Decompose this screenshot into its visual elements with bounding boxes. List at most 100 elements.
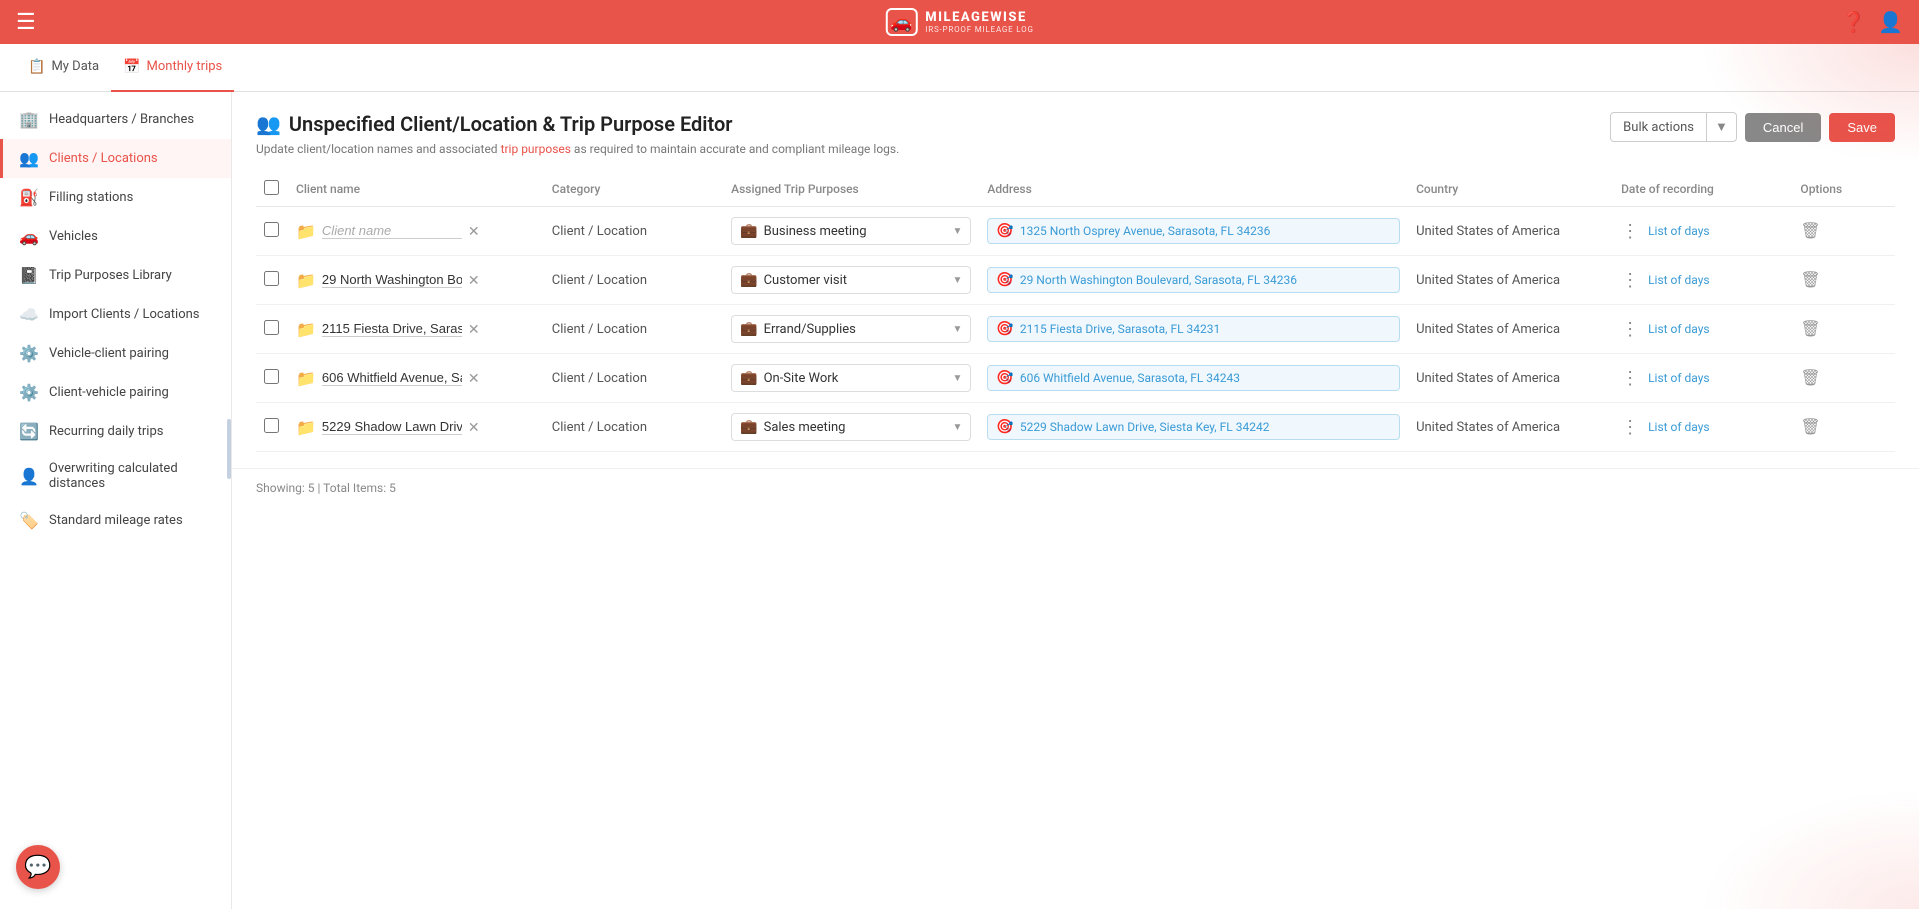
chat-icon: 💬 [24, 855, 51, 880]
address-link-1[interactable]: 🎯 29 North Washington Boulevard, Sarasot… [987, 267, 1400, 293]
user-profile-button[interactable]: 👤 [1878, 10, 1903, 35]
list-of-days-link-1[interactable]: List of days [1648, 273, 1710, 287]
bulk-actions-button[interactable]: Bulk actions ▼ [1610, 112, 1737, 142]
trip-purpose-select-3[interactable]: 💼 On-Site Work ▼ [731, 364, 971, 392]
select-all-checkbox[interactable] [264, 180, 279, 195]
client-name-wrap-2: 📁 ✕ [296, 320, 536, 339]
tp-arrow-icon-0: ▼ [952, 226, 962, 237]
app-name: MILEAGEWISE [925, 10, 1033, 25]
address-link-2[interactable]: 🎯 2115 Fiesta Drive, Sarasota, FL 34231 [987, 316, 1400, 342]
list-of-days-link-4[interactable]: List of days [1648, 420, 1710, 434]
options-dots-0[interactable]: ⋮ [1621, 221, 1640, 242]
trip-purpose-select-2[interactable]: 💼 Errand/Supplies ▼ [731, 315, 971, 343]
list-of-days-link-2[interactable]: List of days [1648, 322, 1710, 336]
sidebar-item-recurring[interactable]: 🔄 Recurring daily trips [0, 412, 231, 451]
sidebar-item-overwriting[interactable]: 👤 Overwriting calculated distances [0, 451, 231, 501]
row-checkbox-2[interactable] [264, 320, 279, 335]
tp-label-4: Sales meeting [764, 420, 947, 435]
sidebar-item-vehicle-client[interactable]: ⚙️ Vehicle-client pairing [0, 334, 231, 373]
clients-table: Client name Category Assigned Trip Purpo… [256, 172, 1895, 452]
tab-my-data[interactable]: 📋 My Data [16, 44, 111, 92]
date-options-wrap-4: ⋮ List of days [1621, 417, 1784, 438]
top-nav-right: ❓ 👤 [1841, 10, 1903, 35]
tp-label-2: Errand/Supplies [764, 322, 947, 337]
row-checkbox-3[interactable] [264, 369, 279, 384]
trip-purpose-select-0[interactable]: 💼 Business meeting ▼ [731, 217, 971, 245]
monthly-trips-icon: 📅 [123, 59, 140, 75]
cancel-button[interactable]: Cancel [1745, 113, 1821, 142]
sidebar-item-filling-stations[interactable]: ⛽ Filling stations [0, 178, 231, 217]
trip-purpose-select-4[interactable]: 💼 Sales meeting ▼ [731, 413, 971, 441]
delete-button-3[interactable]: 🗑 [1800, 368, 1820, 388]
logo-box: 🚗 [885, 8, 917, 36]
options-dots-4[interactable]: ⋮ [1621, 417, 1640, 438]
clear-input-btn-0[interactable]: ✕ [468, 223, 480, 240]
delete-button-4[interactable]: 🗑 [1800, 417, 1820, 437]
recurring-icon: 🔄 [19, 422, 39, 441]
client-name-input-1[interactable] [322, 272, 462, 288]
sidebar-label-vc: Vehicle-client pairing [49, 346, 169, 361]
sidebar-label-rates: Standard mileage rates [49, 513, 183, 528]
tp-label-1: Customer visit [764, 273, 947, 288]
header-actions: Bulk actions ▼ Cancel Save [1610, 112, 1895, 142]
tp-label-0: Business meeting [764, 224, 947, 239]
trip-purpose-select-1[interactable]: 💼 Customer visit ▼ [731, 266, 971, 294]
address-link-0[interactable]: 🎯 1325 North Osprey Avenue, Sarasota, FL… [987, 218, 1400, 244]
trip-purposes-link[interactable]: trip purposes [501, 142, 571, 156]
sidebar-item-trip-purposes[interactable]: 📓 Trip Purposes Library [0, 256, 231, 295]
options-dots-2[interactable]: ⋮ [1621, 319, 1640, 340]
address-link-4[interactable]: 🎯 5229 Shadow Lawn Drive, Siesta Key, FL… [987, 414, 1400, 440]
sidebar-item-client-vehicle[interactable]: ⚙️ Client-vehicle pairing [0, 373, 231, 412]
clear-input-btn-2[interactable]: ✕ [468, 321, 480, 338]
sidebar-item-mileage-rates[interactable]: 🏷️ Standard mileage rates [0, 501, 231, 540]
sidebar-label-recurring: Recurring daily trips [49, 424, 163, 439]
clear-input-btn-3[interactable]: ✕ [468, 370, 480, 387]
hamburger-button[interactable]: ☰ [16, 9, 36, 35]
delete-button-2[interactable]: 🗑 [1800, 319, 1820, 339]
hq-icon: 🏢 [19, 110, 39, 129]
save-button[interactable]: Save [1829, 113, 1895, 142]
client-name-input-3[interactable] [322, 370, 462, 386]
logo-car-icon: 🚗 [890, 12, 912, 33]
row-checkbox-4[interactable] [264, 418, 279, 433]
client-name-input-2[interactable] [322, 321, 462, 337]
addr-icon-4: 🎯 [996, 419, 1013, 435]
row-checkbox-1[interactable] [264, 271, 279, 286]
clients-icon: 👥 [19, 149, 39, 168]
table-row: 📁 ✕ Client / Location 💼 Errand/Supplies … [256, 305, 1895, 354]
addr-icon-0: 🎯 [996, 223, 1013, 239]
list-of-days-link-3[interactable]: List of days [1648, 371, 1710, 385]
chat-button[interactable]: 💬 [16, 845, 60, 889]
tab-monthly-trips[interactable]: 📅 Monthly trips [111, 44, 234, 92]
row-checkbox-0[interactable] [264, 222, 279, 237]
options-dots-1[interactable]: ⋮ [1621, 270, 1640, 291]
tp-label-3: On-Site Work [764, 371, 947, 386]
options-dots-3[interactable]: ⋮ [1621, 368, 1640, 389]
sidebar-label-hq: Headquarters / Branches [49, 112, 194, 127]
table-container: Client name Category Assigned Trip Purpo… [232, 156, 1919, 468]
client-name-input-4[interactable] [322, 419, 462, 435]
list-of-days-link-0[interactable]: List of days [1648, 224, 1710, 238]
addr-icon-3: 🎯 [996, 370, 1013, 386]
delete-button-0[interactable]: 🗑 [1800, 221, 1820, 241]
address-link-3[interactable]: 🎯 606 Whitfield Avenue, Sarasota, FL 342… [987, 365, 1400, 391]
tab-monthly-trips-label: Monthly trips [147, 59, 223, 74]
tp-icon-2: 💼 [740, 321, 757, 337]
client-name-input-0[interactable] [322, 223, 462, 239]
folder-icon-3: 📁 [296, 369, 316, 388]
folder-icon-2: 📁 [296, 320, 316, 339]
delete-button-1[interactable]: 🗑 [1800, 270, 1820, 290]
date-options-wrap-0: ⋮ List of days [1621, 221, 1784, 242]
clear-input-btn-4[interactable]: ✕ [468, 419, 480, 436]
sidebar-label-vehicles: Vehicles [49, 229, 98, 244]
help-button[interactable]: ❓ [1841, 10, 1866, 35]
clear-input-btn-1[interactable]: ✕ [468, 272, 480, 289]
tp-icon-0: 💼 [740, 223, 757, 239]
sidebar-item-clients-locations[interactable]: 👥 Clients / Locations [0, 139, 231, 178]
sidebar-item-import[interactable]: ☁️ Import Clients / Locations [0, 295, 231, 334]
sidebar-item-vehicles[interactable]: 🚗 Vehicles [0, 217, 231, 256]
sidebar-item-hq-branches[interactable]: 🏢 Headquarters / Branches [0, 100, 231, 139]
date-options-wrap-3: ⋮ List of days [1621, 368, 1784, 389]
folder-icon-4: 📁 [296, 418, 316, 437]
page-title-icon: 👥 [256, 112, 281, 136]
